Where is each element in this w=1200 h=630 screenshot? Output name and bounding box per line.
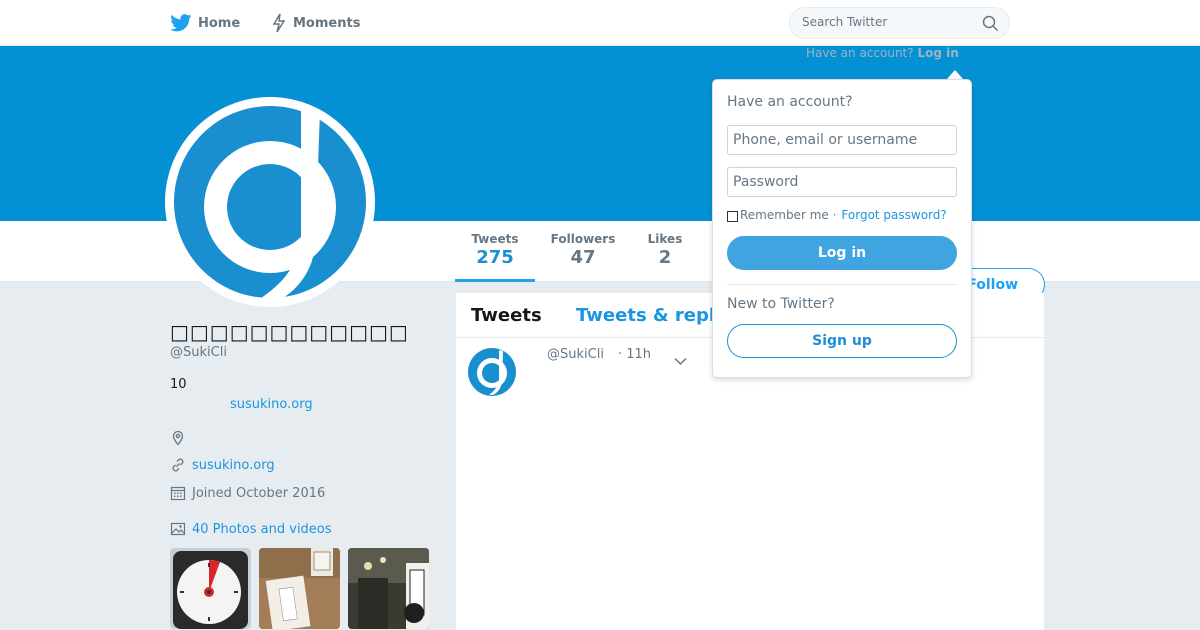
profile-website-label[interactable]: susukino.org	[192, 458, 275, 473]
stat-followers[interactable]: Followers 47	[546, 232, 620, 268]
search-box[interactable]	[789, 7, 1010, 39]
stat-followers-value: 47	[570, 247, 596, 268]
photos-videos-label[interactable]: 40 Photos and videos	[192, 522, 332, 537]
dropdown-divider	[727, 284, 957, 285]
remember-me-row: Remember me · Forgot password?	[727, 208, 947, 222]
profile-bio-text: 10	[170, 377, 187, 392]
avatar-logo-icon	[169, 101, 371, 303]
stat-followers-label: Followers	[550, 232, 616, 246]
login-dropdown: Have an account? Remember me · Forgot pa…	[712, 79, 972, 378]
username-field[interactable]	[727, 125, 957, 155]
tweet-avatar[interactable]	[468, 348, 516, 396]
photo-thumbnail-bottle[interactable]	[259, 548, 340, 629]
login-hint-link[interactable]: Log in	[917, 46, 958, 60]
profile-handle[interactable]: @SukiCli	[170, 345, 227, 360]
photos-videos-link[interactable]: 40 Photos and videos	[170, 521, 332, 537]
stat-likes[interactable]: Likes 2	[640, 232, 690, 268]
photo-thumbnail-timer[interactable]	[170, 548, 251, 629]
profile-joined: Joined October 2016	[170, 485, 325, 501]
top-navigation: Home Moments	[0, 0, 1200, 46]
search-input[interactable]	[802, 15, 972, 29]
profile-website[interactable]: susukino.org	[170, 457, 275, 473]
calendar-icon	[170, 485, 188, 501]
photo-thumbnail-street[interactable]	[348, 548, 429, 629]
remember-me-label[interactable]: Remember me ·	[740, 208, 836, 222]
remember-me-checkbox[interactable]	[727, 211, 738, 222]
lightning-icon	[271, 13, 287, 33]
login-hint-text: Have an account?	[806, 46, 914, 60]
profile-joined-label: Joined October 2016	[192, 485, 326, 501]
tweet-handle[interactable]: @SukiCli	[547, 347, 604, 362]
stat-likes-label: Likes	[647, 232, 683, 246]
stat-tweets-label: Tweets	[471, 232, 519, 246]
tab-tweets[interactable]: Tweets	[471, 305, 542, 326]
link-icon	[170, 457, 188, 473]
forgot-password-link[interactable]: Forgot password?	[841, 208, 946, 222]
new-to-twitter-text: New to Twitter?	[727, 296, 835, 312]
nav-moments[interactable]: Moments	[271, 12, 360, 34]
nav-home[interactable]: Home	[170, 12, 240, 34]
nav-home-label: Home	[198, 15, 241, 31]
nav-moments-label: Moments	[293, 15, 361, 31]
profile-bio-link[interactable]: susukino.org	[230, 397, 313, 412]
password-field[interactable]	[727, 167, 957, 197]
chevron-down-icon[interactable]	[674, 351, 687, 370]
stat-tweets[interactable]: Tweets 275	[455, 232, 535, 282]
stat-tweets-value: 275	[476, 247, 514, 268]
profile-avatar[interactable]	[165, 97, 375, 307]
profile-display-name[interactable]: □□□□□□□□□□□□	[170, 320, 409, 344]
login-hint: Have an account? Log in	[806, 46, 959, 60]
search-icon[interactable]	[982, 15, 999, 36]
twitter-bird-icon	[170, 14, 192, 32]
location-pin-icon	[170, 430, 188, 446]
login-dropdown-title: Have an account?	[727, 94, 853, 110]
profile-location	[170, 430, 192, 446]
signup-button[interactable]: Sign up	[727, 324, 957, 358]
image-icon	[170, 521, 188, 537]
tweet-timestamp[interactable]: · 11h	[618, 347, 651, 362]
login-button[interactable]: Log in	[727, 236, 957, 270]
stat-likes-value: 2	[658, 247, 672, 268]
